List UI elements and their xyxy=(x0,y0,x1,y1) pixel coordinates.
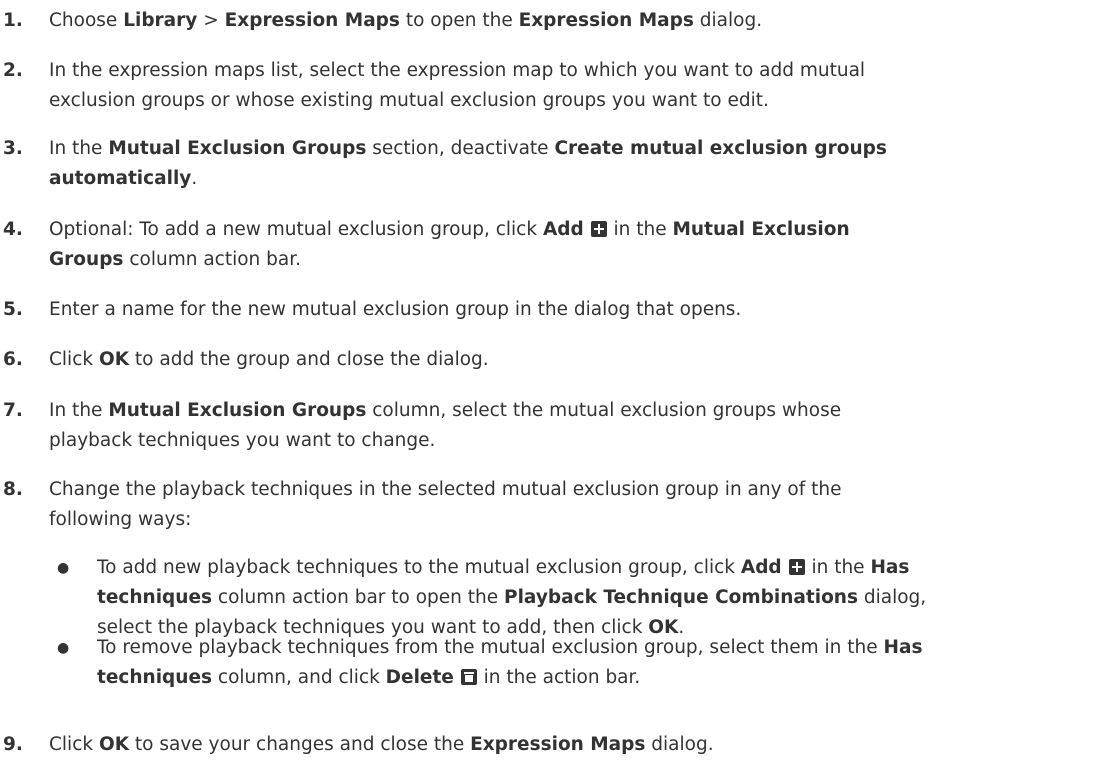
text-run: in the xyxy=(805,557,871,578)
plus-icon xyxy=(590,221,607,237)
text-run: dialog, xyxy=(857,587,927,608)
text-run: exclusion groups or whose existing mutua… xyxy=(49,90,769,111)
ui-term: Mutual Exclusion Groups xyxy=(108,138,367,159)
ui-term: Expression Maps xyxy=(518,10,694,31)
text-line: Optional: To add a new mutual exclusion … xyxy=(49,215,1099,245)
step-text: Change the playback techniques in the se… xyxy=(49,475,1099,535)
text-line: playback techniques you want to change. xyxy=(49,426,1099,456)
ui-term: Mutual Exclusion Groups xyxy=(108,400,367,421)
text-line: To add new playback techniques to the mu… xyxy=(97,553,1107,583)
text-run: in the xyxy=(607,219,673,240)
procedure-document: 1. Choose Library > Expression Maps to op… xyxy=(0,0,1115,780)
step-number: 3. xyxy=(3,138,23,159)
text-run: Change the playback techniques in the se… xyxy=(49,479,842,500)
text-run xyxy=(584,219,590,240)
text-run: playback techniques you want to change. xyxy=(49,430,436,451)
text-run: column, select the mutual exclusion grou… xyxy=(366,400,842,421)
text-run: Click xyxy=(49,349,99,370)
text-line: Click OK to add the group and close the … xyxy=(49,345,1099,375)
text-run: To remove playback techniques from the m… xyxy=(97,637,884,658)
text-run xyxy=(454,667,460,688)
ui-term: Delete xyxy=(385,667,454,688)
step-text: Click OK to add the group and close the … xyxy=(49,345,1099,375)
text-run: section, deactivate xyxy=(366,138,555,159)
step-number: 7. xyxy=(3,400,23,421)
text-run: dialog. xyxy=(693,10,763,31)
text-run: In the xyxy=(49,138,109,159)
ui-term: Mutual Exclusion xyxy=(672,219,850,240)
text-run: column, and click xyxy=(212,667,386,688)
text-run: to add the group and close the dialog. xyxy=(129,349,489,370)
text-line: Groups column action bar. xyxy=(49,245,1099,275)
text-run: To add new playback techniques to the mu… xyxy=(97,557,741,578)
text-line: following ways: xyxy=(49,505,1099,535)
text-run: in the action bar. xyxy=(477,667,641,688)
step-number: 6. xyxy=(3,349,23,370)
text-line: Click OK to save your changes and close … xyxy=(49,730,1099,760)
text-run: . xyxy=(191,168,198,189)
text-run: column action bar to open the xyxy=(212,587,505,608)
text-line: automatically. xyxy=(49,164,1099,194)
text-run: > xyxy=(197,10,225,31)
text-run: Click xyxy=(49,734,99,755)
step-number: 1. xyxy=(3,10,23,31)
ui-term: OK xyxy=(98,734,130,755)
ui-term: techniques xyxy=(97,587,213,608)
ui-term: Has xyxy=(870,557,910,578)
sub-step-text: To add new playback techniques to the mu… xyxy=(97,553,1107,643)
ui-term: automatically xyxy=(49,168,192,189)
trash-icon xyxy=(460,669,477,685)
text-line: Enter a name for the new mutual exclusio… xyxy=(49,295,1099,325)
ui-term: Expression Maps xyxy=(470,734,646,755)
ui-term: Create mutual exclusion groups xyxy=(554,138,887,159)
text-line: In the expression maps list, select the … xyxy=(49,56,1099,86)
text-run: dialog. xyxy=(645,734,714,755)
ui-term: Add xyxy=(740,557,782,578)
ui-term: Add xyxy=(542,219,584,240)
text-run: In the xyxy=(49,400,109,421)
text-line: In the Mutual Exclusion Groups section, … xyxy=(49,134,1099,164)
text-run: Choose xyxy=(49,10,124,31)
plus-icon xyxy=(788,559,805,575)
step-text: Enter a name for the new mutual exclusio… xyxy=(49,295,1099,325)
text-run: Optional: To add a new mutual exclusion … xyxy=(49,219,543,240)
step-text: Choose Library > Expression Maps to open… xyxy=(49,6,1099,36)
step-text: In the Mutual Exclusion Groups column, s… xyxy=(49,396,1099,456)
sub-step-text: To remove playback techniques from the m… xyxy=(97,633,1107,693)
text-run: Enter a name for the new mutual exclusio… xyxy=(49,299,742,320)
text-run: column action bar. xyxy=(123,249,302,270)
step-number: 5. xyxy=(3,299,23,320)
text-run: to save your changes and close the xyxy=(129,734,471,755)
step-number: 4. xyxy=(3,219,23,240)
ui-term: Playback Technique Combinations xyxy=(504,587,858,608)
step-number: 8. xyxy=(3,479,23,500)
ui-term: Library xyxy=(123,10,198,31)
ui-term: Groups xyxy=(49,249,124,270)
step-text: In the expression maps list, select the … xyxy=(49,56,1099,116)
text-line: In the Mutual Exclusion Groups column, s… xyxy=(49,396,1099,426)
text-line: exclusion groups or whose existing mutua… xyxy=(49,86,1099,116)
text-line: Choose Library > Expression Maps to open… xyxy=(49,6,1099,36)
text-run: following ways: xyxy=(49,509,192,530)
step-text: In the Mutual Exclusion Groups section, … xyxy=(49,134,1099,194)
text-line: Change the playback techniques in the se… xyxy=(49,475,1099,505)
text-run: to open the xyxy=(399,10,519,31)
step-text: Click OK to save your changes and close … xyxy=(49,730,1099,760)
bullet-icon: ● xyxy=(57,560,70,576)
ui-term: techniques xyxy=(97,667,213,688)
ui-term: OK xyxy=(98,349,130,370)
ui-term: Has xyxy=(883,637,923,658)
text-run: In the expression maps list, select the … xyxy=(49,60,866,81)
step-number: 2. xyxy=(3,60,23,81)
text-run xyxy=(782,557,788,578)
text-line: techniques column action bar to open the… xyxy=(97,583,1107,613)
step-text: Optional: To add a new mutual exclusion … xyxy=(49,215,1099,275)
text-line: techniques column, and click Delete in t… xyxy=(97,663,1107,693)
text-line: To remove playback techniques from the m… xyxy=(97,633,1107,663)
step-number: 9. xyxy=(3,734,23,755)
bullet-icon: ● xyxy=(57,640,70,656)
ui-term: Expression Maps xyxy=(224,10,400,31)
